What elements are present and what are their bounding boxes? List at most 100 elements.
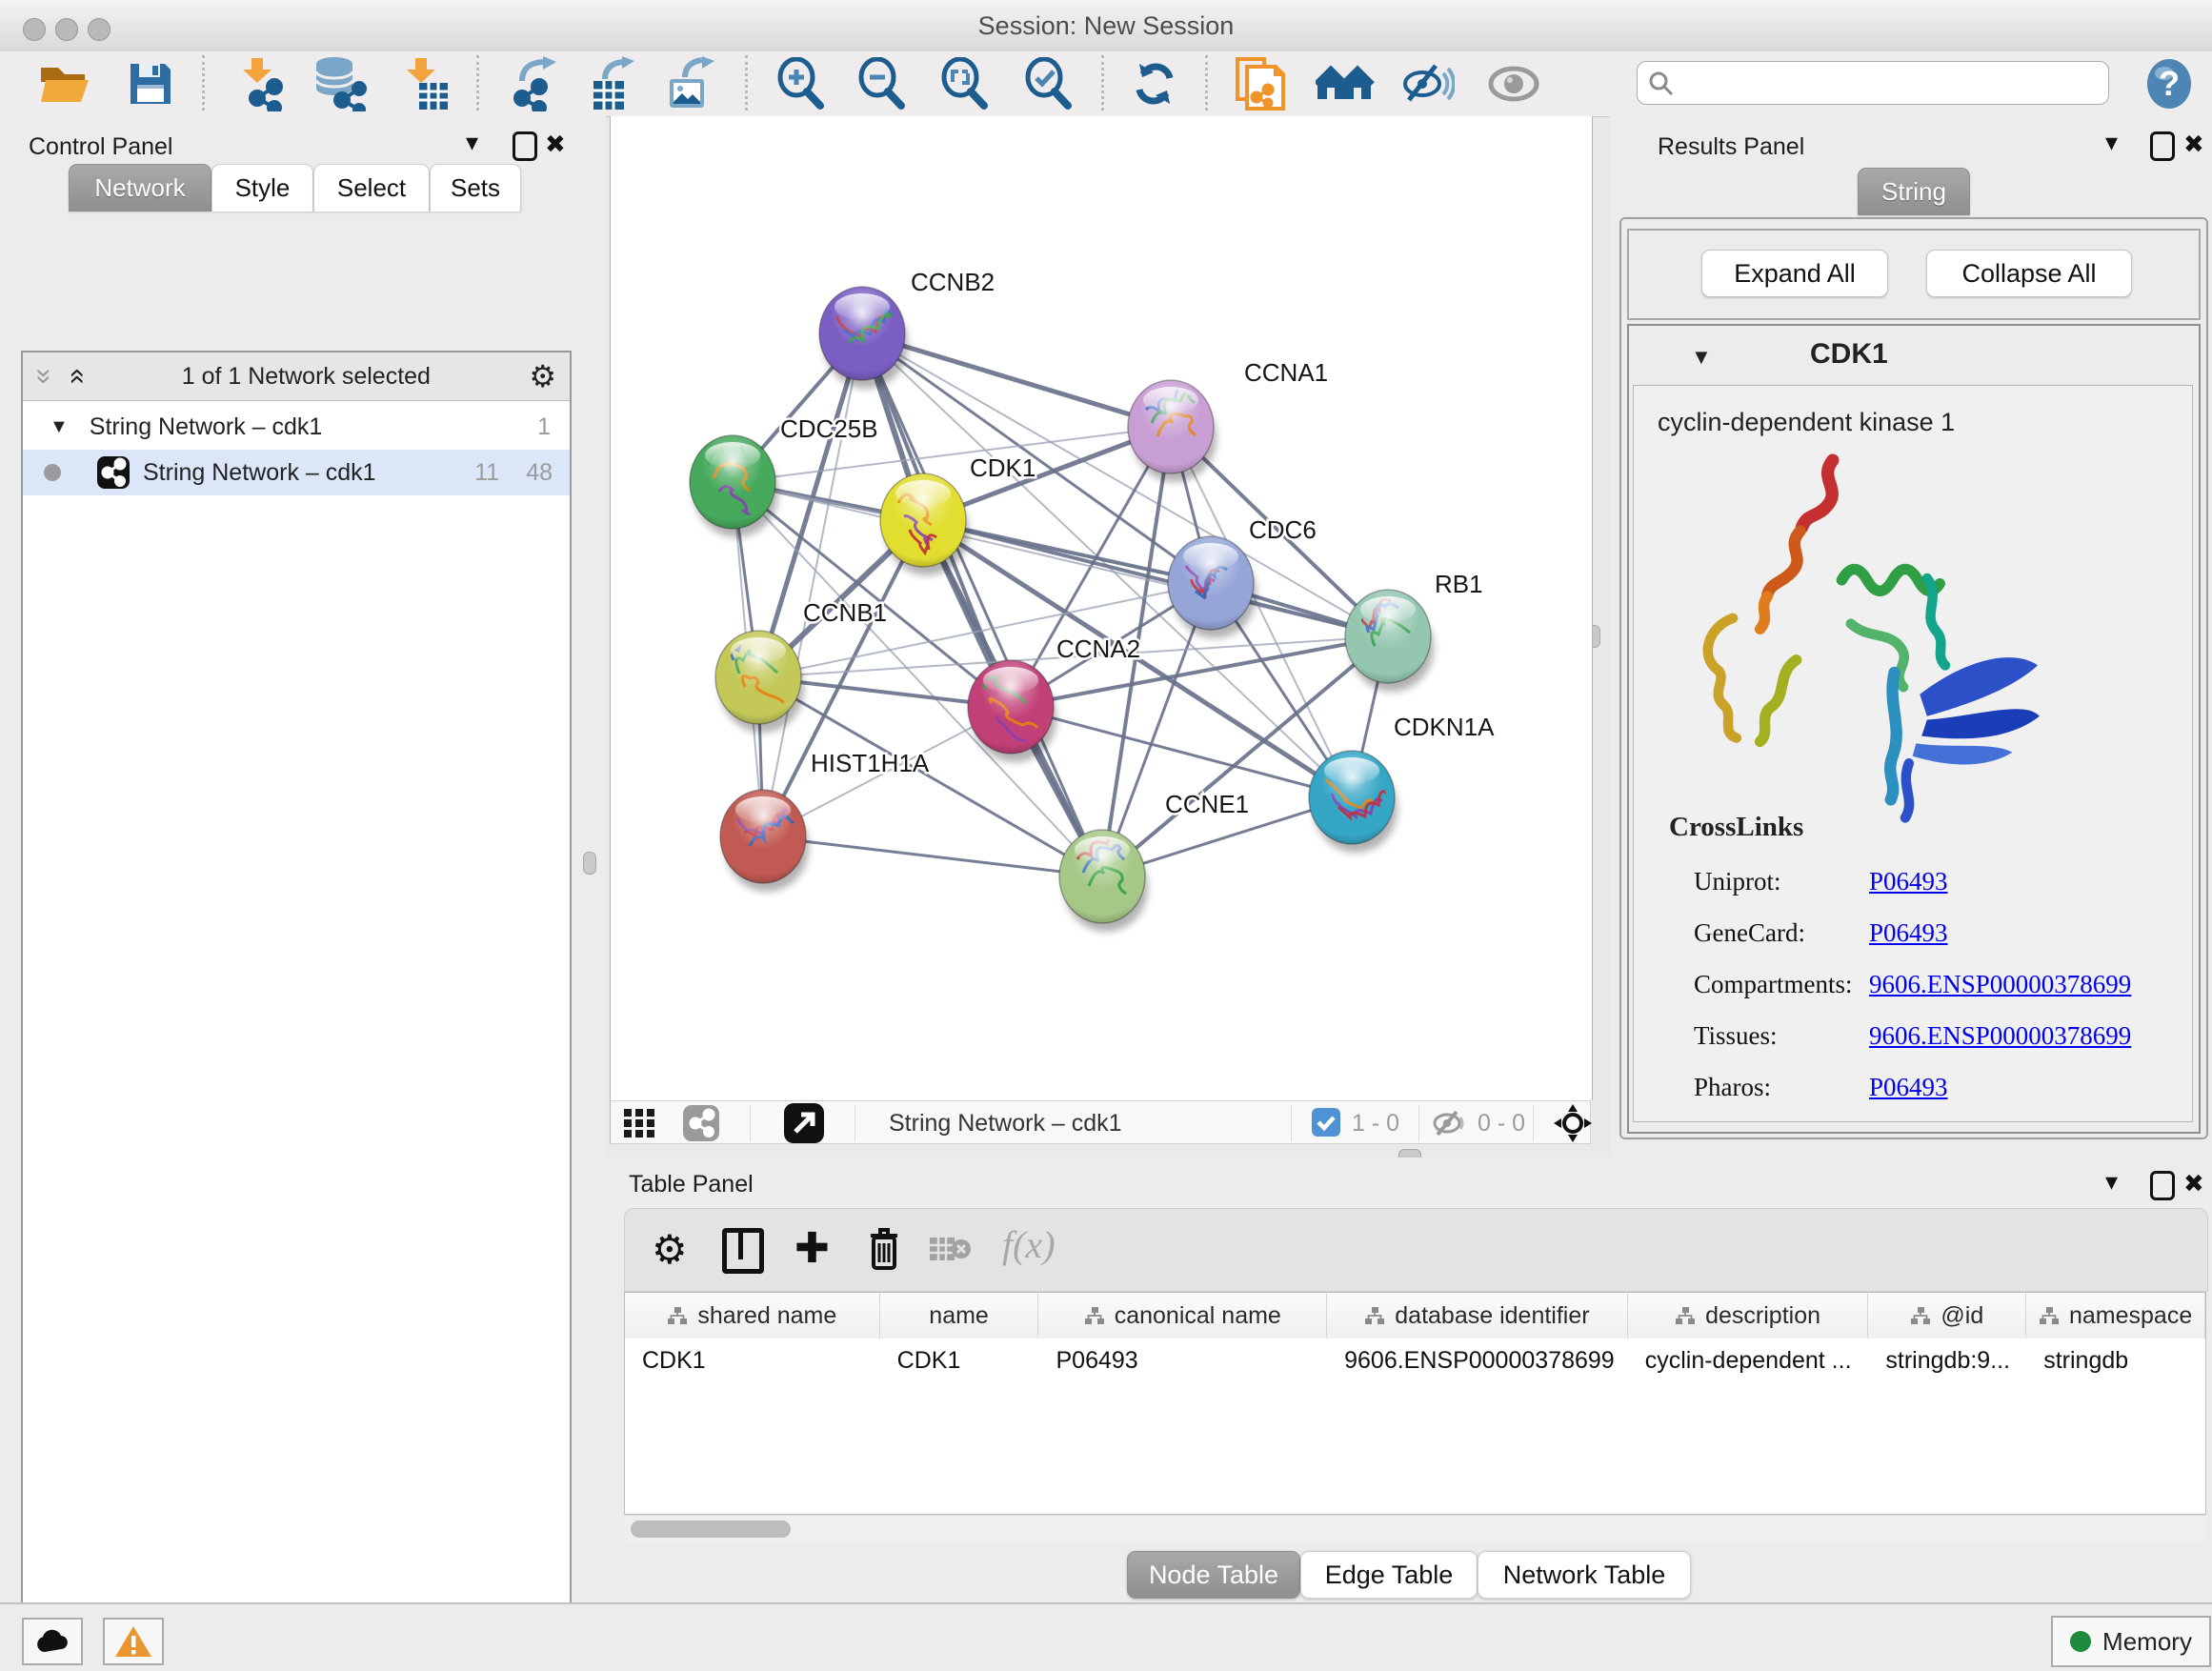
- search-input[interactable]: [1637, 61, 2109, 105]
- crosslink-link[interactable]: P06493: [1869, 867, 1948, 896]
- tree-expand-icon[interactable]: ▼: [50, 416, 69, 438]
- table-gear-icon[interactable]: ⚙: [652, 1226, 688, 1273]
- gene-collapse-icon[interactable]: ▼: [1691, 345, 1712, 370]
- collapse-all-button[interactable]: Collapse All: [1926, 250, 2132, 297]
- tab-select[interactable]: Select: [313, 164, 430, 211]
- network-node-CCNA1[interactable]: [1128, 380, 1217, 482]
- crosslink-link[interactable]: P06493: [1869, 918, 1948, 948]
- birds-eye-icon[interactable]: [1554, 1104, 1592, 1142]
- columns-icon[interactable]: [722, 1228, 764, 1274]
- import-network-database-button[interactable]: [304, 53, 374, 114]
- crosslink-link[interactable]: 9606.ENSP00000378699: [1869, 1021, 2131, 1051]
- network-node-CDC25B[interactable]: [690, 435, 778, 537]
- tab-sets[interactable]: Sets: [430, 164, 521, 211]
- table-cell[interactable]: P06493: [1038, 1339, 1327, 1382]
- scrollbar-thumb[interactable]: [631, 1520, 791, 1538]
- tab-style[interactable]: Style: [211, 164, 313, 211]
- table-horizontal-scrollbar[interactable]: [625, 1515, 2205, 1542]
- network-node-CDK1[interactable]: [880, 473, 969, 575]
- column-header-canonical-name[interactable]: canonical name: [1038, 1293, 1327, 1339]
- table-cell[interactable]: CDK1: [625, 1339, 880, 1382]
- cytoscape-window: Session: New Session: [0, 0, 2212, 1671]
- close-panel-icon[interactable]: ✖: [545, 130, 566, 159]
- table-cell[interactable]: CDK1: [880, 1339, 1039, 1382]
- grid-view-icon[interactable]: [624, 1109, 654, 1137]
- delete-trash-icon[interactable]: [865, 1226, 903, 1272]
- string-network-icon: [97, 456, 130, 489]
- network-edge-CCNB2-CCNA1[interactable]: [862, 333, 1171, 427]
- refresh-button[interactable]: [1119, 53, 1190, 114]
- panel-menu-icon[interactable]: ▾: [2105, 128, 2118, 157]
- help-button[interactable]: ?: [2134, 53, 2204, 114]
- network-graph[interactable]: CCNB2CCNA1CDC25BCDK1CDC6RB1CCNB1CCNA2CDK…: [611, 116, 1592, 1100]
- open-view-icon[interactable]: [784, 1103, 824, 1143]
- column-header-description[interactable]: description: [1628, 1293, 1869, 1339]
- network-canvas[interactable]: CCNB2CCNA1CDC25BCDK1CDC6RB1CCNB1CCNA2CDK…: [610, 116, 1593, 1100]
- expand-all-icon[interactable]: »: [59, 369, 91, 385]
- column-header-namespace[interactable]: namespace: [2026, 1293, 2205, 1339]
- column-header-database-identifier[interactable]: database identifier: [1327, 1293, 1628, 1339]
- network-edge-CCNB2-CCNE1[interactable]: [862, 333, 1102, 876]
- crosslink-label: Uniprot:: [1694, 867, 1869, 896]
- copy-documents-button[interactable]: [1224, 53, 1295, 114]
- toolbar-separator: [476, 55, 479, 111]
- table-header-row: shared namenamecanonical namedatabase id…: [625, 1293, 2205, 1339]
- panel-menu-icon[interactable]: ▾: [466, 128, 478, 157]
- tab-node-table[interactable]: Node Table: [1127, 1551, 1300, 1599]
- tab-network[interactable]: Network: [69, 164, 211, 211]
- column-header--id[interactable]: @id: [1868, 1293, 2026, 1339]
- import-network-file-button[interactable]: [222, 53, 292, 114]
- network-node-CDC6[interactable]: [1168, 536, 1257, 638]
- export-image-button[interactable]: [656, 53, 727, 114]
- column-header-shared-name[interactable]: shared name: [625, 1293, 880, 1339]
- save-session-button[interactable]: [115, 53, 186, 114]
- float-panel-icon[interactable]: [513, 131, 537, 161]
- table-cell[interactable]: stringdb: [2026, 1339, 2205, 1382]
- memory-button[interactable]: Memory: [2051, 1616, 2211, 1667]
- close-panel-icon[interactable]: ✖: [2183, 130, 2204, 159]
- open-session-button[interactable]: [30, 53, 100, 114]
- export-network-button[interactable]: [498, 53, 569, 114]
- show-graphics-button[interactable]: [1478, 53, 1549, 114]
- warning-button[interactable]: [103, 1618, 164, 1665]
- zoom-in-button[interactable]: [765, 53, 835, 114]
- network-node-HIST1H1A[interactable]: [720, 790, 809, 892]
- fit-content-button[interactable]: [929, 53, 999, 114]
- network-node-CDKN1A[interactable]: [1309, 751, 1398, 853]
- zoom-selected-button[interactable]: [1013, 53, 1083, 114]
- left-splitter-handle[interactable]: [583, 852, 596, 875]
- tab-edge-table[interactable]: Edge Table: [1300, 1551, 1478, 1599]
- close-panel-icon[interactable]: ✖: [2183, 1169, 2204, 1198]
- gear-icon[interactable]: ⚙: [529, 358, 556, 394]
- network-node-RB1[interactable]: [1345, 590, 1434, 692]
- crosslink-link[interactable]: 9606.ENSP00000378699: [1869, 970, 2131, 999]
- expand-all-button[interactable]: Expand All: [1701, 250, 1888, 297]
- collapse-all-icon[interactable]: »: [28, 369, 60, 385]
- panel-menu-icon[interactable]: ▾: [2105, 1167, 2118, 1197]
- table-cell[interactable]: 9606.ENSP00000378699: [1327, 1339, 1628, 1382]
- float-panel-icon[interactable]: [2150, 131, 2175, 161]
- network-tree-root[interactable]: ▼ String Network – cdk1 1: [23, 404, 570, 450]
- column-header-name[interactable]: name: [880, 1293, 1039, 1339]
- float-panel-icon[interactable]: [2150, 1171, 2175, 1200]
- network-tree-item[interactable]: String Network – cdk1 11 48: [23, 450, 570, 495]
- crosslink-link[interactable]: P06493: [1869, 1073, 1948, 1102]
- network-share-icon[interactable]: [683, 1105, 719, 1141]
- table-row[interactable]: CDK1CDK1P064939606.ENSP00000378699cyclin…: [625, 1339, 2205, 1382]
- network-node-CCNE1[interactable]: [1059, 830, 1148, 932]
- home-gallery-button[interactable]: [1311, 53, 1381, 114]
- table-cell[interactable]: cyclin-dependent ...: [1628, 1339, 1869, 1382]
- eye-slash-button[interactable]: [1392, 53, 1462, 114]
- zoom-out-button[interactable]: [846, 53, 916, 114]
- export-table-button[interactable]: [578, 53, 649, 114]
- tab-string[interactable]: String: [1858, 168, 1970, 215]
- selection-checkbox-icon[interactable]: [1312, 1108, 1340, 1137]
- import-table-file-button[interactable]: [390, 53, 460, 114]
- network-edge-HIST1H1A-CCNE1[interactable]: [763, 836, 1102, 876]
- add-column-icon[interactable]: ✚: [794, 1224, 830, 1273]
- tab-network-table[interactable]: Network Table: [1478, 1551, 1691, 1599]
- cloud-button[interactable]: [22, 1618, 83, 1665]
- network-node-CCNB2[interactable]: [819, 287, 908, 389]
- table-cell[interactable]: stringdb:9...: [1868, 1339, 2026, 1382]
- column-tree-icon: [1084, 1306, 1105, 1325]
